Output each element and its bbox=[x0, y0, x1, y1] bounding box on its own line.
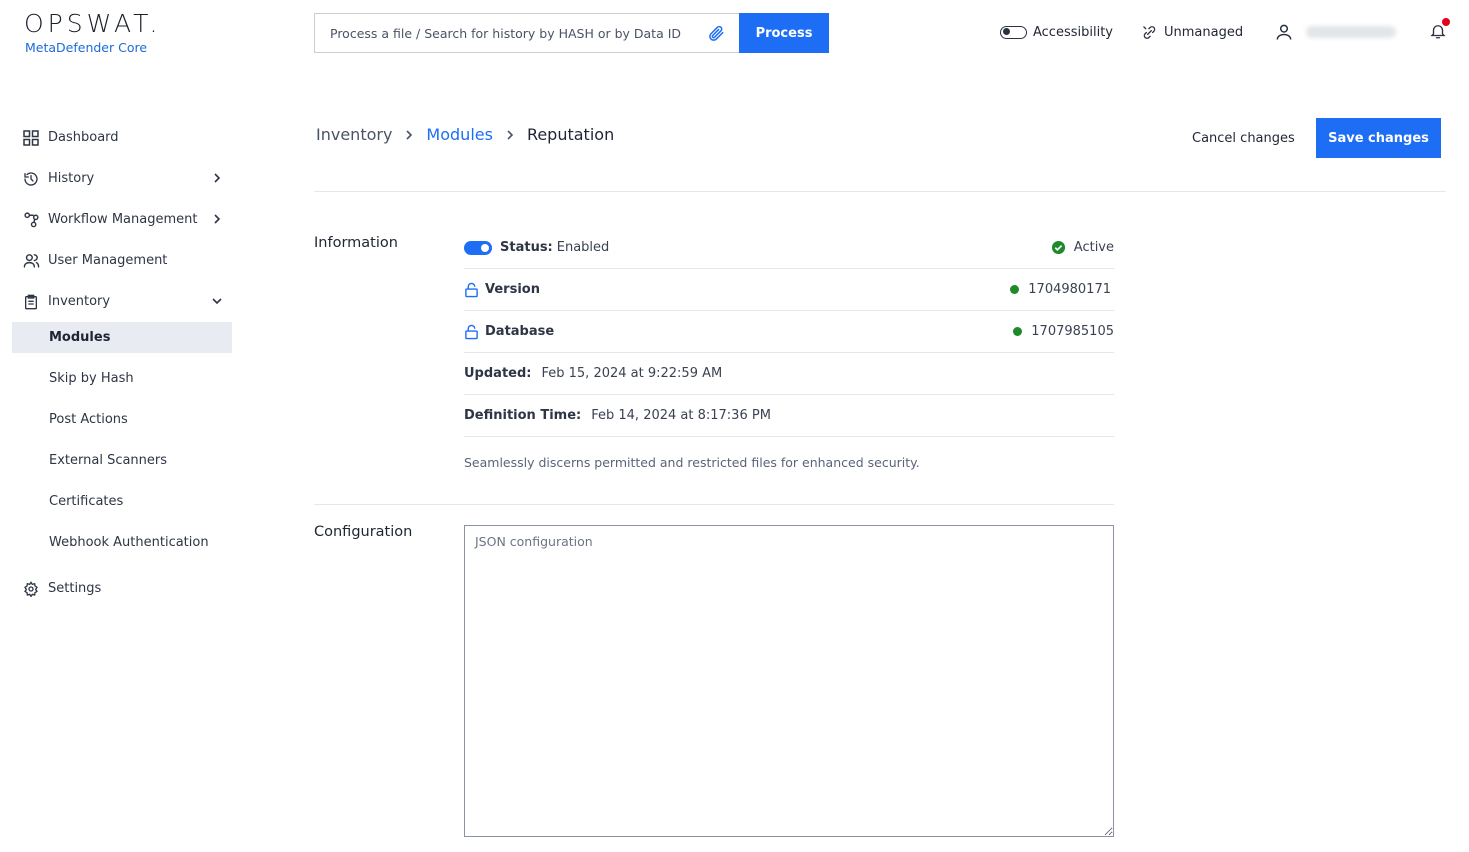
sidebar-item-workflow-management[interactable]: Workflow Management bbox=[12, 199, 232, 240]
unlock-icon bbox=[465, 282, 478, 297]
sidebar-item-user-management[interactable]: User Management bbox=[12, 240, 232, 281]
username-redacted bbox=[1306, 26, 1396, 38]
chevron-right-icon bbox=[404, 129, 414, 141]
status-value: Enabled bbox=[556, 240, 610, 255]
accessibility-toggle[interactable]: Accessibility bbox=[1000, 22, 1113, 42]
updated-value: Feb 15, 2024 at 9:22:59 AM bbox=[541, 366, 723, 381]
cancel-changes-button[interactable]: Cancel changes bbox=[1180, 118, 1307, 158]
status-dot bbox=[1013, 327, 1023, 336]
search-bar bbox=[314, 13, 739, 53]
sidebar-item-inventory[interactable]: Inventory bbox=[12, 281, 232, 322]
notification-badge bbox=[1442, 18, 1450, 26]
unlock-icon bbox=[465, 324, 478, 339]
sidebar-subitem-skip-by-hash[interactable]: Skip by Hash bbox=[12, 358, 232, 399]
unlink-icon bbox=[1143, 25, 1156, 39]
sidebar-subitem-post-actions[interactable]: Post Actions bbox=[12, 399, 232, 440]
updated-row: Updated: Feb 15, 2024 at 9:22:59 AM bbox=[464, 353, 1114, 395]
users-icon bbox=[22, 252, 40, 270]
sidebar-item-label: Settings bbox=[48, 581, 102, 596]
sidebar-item-label: Inventory bbox=[48, 294, 111, 309]
status-row: Status: Enabled Active bbox=[464, 227, 1114, 269]
sidebar-subitem-external-scanners[interactable]: External Scanners bbox=[12, 440, 232, 481]
unmanaged-status[interactable]: Unmanaged bbox=[1142, 22, 1243, 42]
gear-icon bbox=[22, 580, 40, 598]
user-icon bbox=[1276, 24, 1292, 40]
definition-time-row: Definition Time: Feb 14, 2024 at 8:17:36… bbox=[464, 395, 1114, 437]
sidebar-item-label: History bbox=[48, 171, 95, 186]
sidebar-subitem-certificates[interactable]: Certificates bbox=[12, 481, 232, 522]
search-input[interactable] bbox=[315, 14, 695, 52]
sidebar-subitem-modules[interactable]: Modules bbox=[12, 322, 232, 353]
save-changes-button[interactable]: Save changes bbox=[1316, 118, 1441, 158]
brand-logo[interactable]: OPSWAT. MetaDefender Core bbox=[24, 9, 162, 56]
database-value: 1707985105 bbox=[1031, 324, 1114, 339]
information-panel: Status: Enabled Active Version 170498017… bbox=[464, 227, 1114, 437]
notifications[interactable] bbox=[1429, 18, 1450, 41]
information-title: Information bbox=[314, 235, 398, 251]
product-name: MetaDefender Core bbox=[25, 40, 148, 55]
chevron-down-icon bbox=[212, 298, 222, 305]
brand-name: OPSWAT. bbox=[24, 9, 162, 38]
json-configuration-input[interactable] bbox=[464, 525, 1114, 837]
grid-icon bbox=[22, 129, 40, 147]
definition-time-label: Definition Time: bbox=[464, 408, 582, 423]
definition-time-value: Feb 14, 2024 at 8:17:36 PM bbox=[591, 408, 771, 423]
database-row: Database 1707985105 bbox=[464, 311, 1114, 353]
breadcrumb-current: Reputation bbox=[526, 125, 615, 144]
active-label: Active bbox=[1073, 240, 1114, 255]
status-dot bbox=[1010, 285, 1020, 294]
paperclip-icon[interactable] bbox=[707, 24, 725, 42]
sidebar-item-dashboard[interactable]: Dashboard bbox=[12, 117, 232, 158]
version-row: Version 1704980171 bbox=[464, 269, 1114, 311]
sidebar-item-settings[interactable]: Settings bbox=[12, 568, 232, 609]
sidebar-item-label: Dashboard bbox=[48, 130, 119, 145]
version-status: 1704980171 bbox=[1010, 269, 1111, 310]
chevron-right-icon bbox=[214, 173, 221, 183]
sidebar-item-history[interactable]: History bbox=[12, 158, 232, 199]
module-description: Seamlessly discerns permitted and restri… bbox=[464, 455, 920, 470]
workflow-icon bbox=[22, 211, 40, 229]
database-label: Database bbox=[485, 324, 555, 339]
toggle-switch[interactable] bbox=[1000, 25, 1027, 39]
active-status: Active bbox=[1051, 227, 1114, 268]
sidebar-item-label: User Management bbox=[48, 253, 168, 268]
clipboard-icon bbox=[22, 293, 40, 311]
breadcrumb: Inventory Modules Reputation bbox=[316, 125, 614, 144]
unmanaged-label: Unmanaged bbox=[1164, 24, 1244, 40]
status-toggle[interactable] bbox=[464, 240, 492, 255]
user-menu[interactable] bbox=[1274, 22, 1396, 42]
configuration-title: Configuration bbox=[314, 524, 413, 540]
sidebar-nav: Dashboard History Workflow Management Us… bbox=[12, 117, 232, 609]
process-button[interactable]: Process bbox=[739, 13, 829, 53]
accessibility-label: Accessibility bbox=[1033, 24, 1113, 40]
check-circle-icon bbox=[1051, 240, 1065, 255]
chevron-right-icon bbox=[505, 129, 515, 141]
divider bbox=[314, 504, 1114, 505]
sidebar-subitem-webhook-authentication[interactable]: Webhook Authentication bbox=[12, 522, 232, 563]
version-label: Version bbox=[485, 282, 540, 297]
database-status: 1707985105 bbox=[1013, 311, 1114, 352]
version-value: 1704980171 bbox=[1028, 282, 1111, 297]
history-icon bbox=[22, 170, 40, 188]
chevron-right-icon bbox=[214, 214, 221, 224]
bell-icon[interactable] bbox=[1429, 18, 1450, 41]
sidebar-item-label: Workflow Management bbox=[48, 212, 198, 227]
updated-label: Updated: bbox=[464, 366, 532, 381]
status-label: Status: bbox=[500, 240, 553, 255]
breadcrumb-inventory[interactable]: Inventory bbox=[316, 125, 392, 144]
breadcrumb-modules[interactable]: Modules bbox=[426, 125, 493, 144]
divider bbox=[314, 191, 1446, 192]
